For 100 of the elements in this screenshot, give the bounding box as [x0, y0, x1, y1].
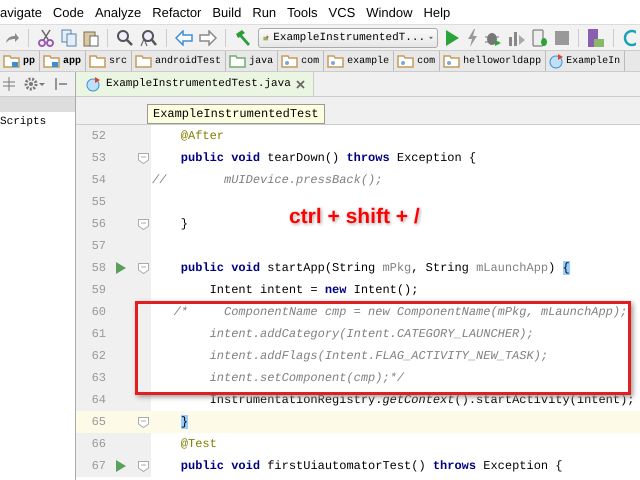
line-number: 56: [90, 217, 106, 231]
breadcrumb-label: androidTest: [155, 56, 222, 66]
line-number: 53: [90, 151, 106, 165]
code-line: }: [180, 217, 188, 231]
menu-item[interactable]: Window: [366, 4, 413, 20]
breadcrumb-item[interactable]: java: [226, 51, 278, 71]
line-number: 66: [90, 437, 106, 451]
menu-item[interactable]: VCS: [328, 4, 356, 20]
menu-item[interactable]: Run: [252, 4, 276, 20]
code-line: // mUIDevice.pressBack();: [152, 173, 382, 187]
code-line: intent.addFlags(Intent.FLAG_ACTIVITY_NEW_TASK);: [208, 349, 548, 363]
project-tree-item[interactable]: Scripts: [0, 112, 75, 132]
code-line: @Test: [180, 437, 217, 451]
code-line: intent.setComponent(cmp);*/: [208, 371, 404, 385]
class-icon: [86, 76, 101, 92]
class-icon: [549, 54, 564, 68]
folder-icon: [281, 54, 300, 68]
menu-item[interactable]: Tools: [287, 4, 318, 20]
breadcrumb-item[interactable]: com: [394, 51, 440, 71]
folder-icon: [89, 54, 108, 68]
editor-tab[interactable]: ExampleInstrumentedTest.java: [76, 72, 314, 96]
scissors-icon[interactable]: [37, 28, 55, 46]
code-line: @After: [180, 129, 224, 143]
breadcrumb-label: ExampleIn: [566, 56, 620, 66]
breadcrumb-item[interactable]: androidTest: [132, 51, 226, 71]
run-configuration-dropdown[interactable]: ExampleInstrumentedT...: [258, 28, 438, 48]
copy-icon[interactable]: [61, 28, 77, 46]
line-number: 54: [90, 173, 106, 187]
menu-item[interactable]: Code: [52, 4, 84, 20]
back-arrow-icon[interactable]: [175, 30, 193, 46]
line-number: 59: [90, 283, 106, 297]
collapse-icon[interactable]: [2, 77, 16, 91]
fold-marker-icon[interactable]: [138, 152, 148, 164]
line-number: 64: [90, 393, 106, 407]
breadcrumb-label: pp: [23, 56, 36, 66]
code-line: public void tearDown() throws Exception {: [180, 151, 476, 165]
phone-bug-icon[interactable]: [532, 28, 548, 46]
code-line: InstrumentationRegistry.getContext().startActivity(intent);: [208, 393, 634, 407]
breadcrumb-item[interactable]: helloworldapp: [440, 51, 546, 71]
fold-marker-icon[interactable]: [138, 218, 148, 230]
menu-item[interactable]: avigate: [0, 4, 42, 20]
shortcut-annotation: ctrl + shift + /: [289, 205, 420, 229]
code-line: public void startApp(String mPkg, String mLaunchApp) {: [180, 261, 570, 275]
breadcrumb-label: java: [249, 56, 274, 66]
lightning-icon[interactable]: [466, 28, 478, 46]
line-number: 52: [90, 129, 106, 143]
paste-icon[interactable]: [83, 28, 99, 46]
menu-item[interactable]: Build: [212, 4, 242, 20]
module-folder-icon: [43, 54, 62, 68]
code-line: public void firstUiautomatorTest() throws Exception {: [180, 459, 562, 473]
sync-icon[interactable]: [622, 28, 636, 46]
breadcrumb-label: src: [109, 56, 128, 66]
search-icon[interactable]: [116, 28, 134, 46]
folder-icon: [135, 54, 154, 68]
line-number: 67: [90, 459, 106, 473]
menu-item[interactable]: Refactor: [152, 4, 202, 20]
line-number: 57: [90, 239, 106, 253]
breadcrumb-item[interactable]: pp: [0, 51, 40, 71]
line-number: 61: [90, 327, 106, 341]
module-folder-icon: [3, 54, 21, 68]
folder-icon: [229, 54, 248, 68]
forward-arrow-icon[interactable]: [199, 30, 217, 46]
run-icon[interactable]: [116, 262, 126, 274]
breadcrumb-item[interactable]: com: [278, 51, 324, 71]
breadcrumb-item[interactable]: app: [40, 51, 86, 71]
close-icon[interactable]: [296, 80, 305, 88]
breadcrumb-label: com: [301, 56, 320, 66]
breadcrumb-item[interactable]: src: [86, 51, 132, 71]
line-number: 58: [90, 261, 106, 275]
device-manager-icon[interactable]: [587, 28, 605, 48]
folder-icon: [397, 54, 416, 68]
run-icon[interactable]: [116, 460, 126, 472]
breadcrumb-label: app: [63, 56, 82, 66]
line-number: 55: [90, 195, 106, 209]
caret-icon: [429, 34, 433, 40]
fold-marker-icon[interactable]: [138, 460, 148, 472]
menu-item[interactable]: Help: [424, 4, 450, 20]
run-icon[interactable]: [444, 28, 460, 46]
line-number: 60: [90, 305, 106, 319]
hammer-icon[interactable]: [234, 28, 252, 46]
fold-marker-icon[interactable]: [138, 416, 148, 428]
replace-icon[interactable]: [140, 28, 158, 46]
fold-marker-icon[interactable]: [138, 262, 148, 274]
code-line: /* ComponentName cmp = new ComponentName(mPkg, mLaunchApp);: [172, 305, 628, 319]
settings-icon[interactable]: [24, 77, 46, 91]
line-number: 63: [90, 371, 106, 385]
line-number: 65: [90, 415, 106, 429]
folder-icon: [443, 54, 462, 68]
hide-panel-icon[interactable]: [54, 77, 68, 91]
tooltip: ExampleInstrumentedTest: [147, 104, 325, 124]
menu-item[interactable]: Analyze: [95, 4, 142, 20]
line-number: 62: [90, 349, 106, 363]
breadcrumb-label: example: [347, 56, 390, 66]
stop-icon[interactable]: [554, 30, 570, 46]
breadcrumb-label: com: [417, 56, 436, 66]
breadcrumb-item[interactable]: example: [324, 51, 394, 71]
code-line: intent.addCategory(Intent.CATEGORY_LAUNCHER);: [208, 327, 534, 341]
folder-icon: [327, 54, 346, 68]
code-line: Intent intent = new Intent();: [208, 283, 418, 297]
breadcrumb-item[interactable]: ExampleIn: [546, 51, 626, 71]
